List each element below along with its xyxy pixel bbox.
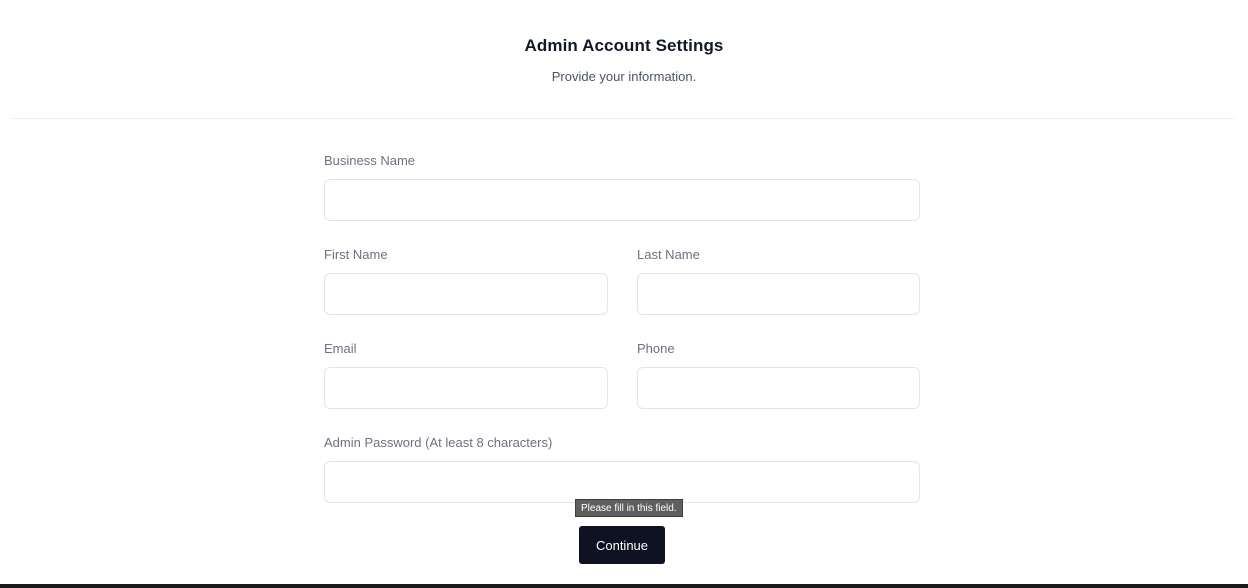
phone-label: Phone (637, 341, 675, 356)
business-name-input[interactable] (324, 179, 920, 221)
page-title: Admin Account Settings (524, 36, 724, 55)
email-label: Email (324, 341, 357, 356)
phone-input[interactable] (637, 367, 920, 409)
last-name-label: Last Name (637, 247, 700, 262)
validation-tooltip: Please fill in this field. (575, 499, 683, 517)
email-input[interactable] (324, 367, 608, 409)
admin-password-input[interactable] (324, 461, 920, 503)
first-name-input[interactable] (324, 273, 608, 315)
bottom-border (0, 584, 1248, 588)
business-name-label: Business Name (324, 153, 416, 168)
first-name-label: First Name (324, 247, 388, 262)
page-subtitle: Provide your information. (551, 69, 697, 84)
continue-button[interactable]: Continue (579, 526, 665, 564)
header-divider (12, 118, 1234, 119)
last-name-input[interactable] (637, 273, 920, 315)
admin-password-label: Admin Password (At least 8 characters) (324, 435, 553, 450)
